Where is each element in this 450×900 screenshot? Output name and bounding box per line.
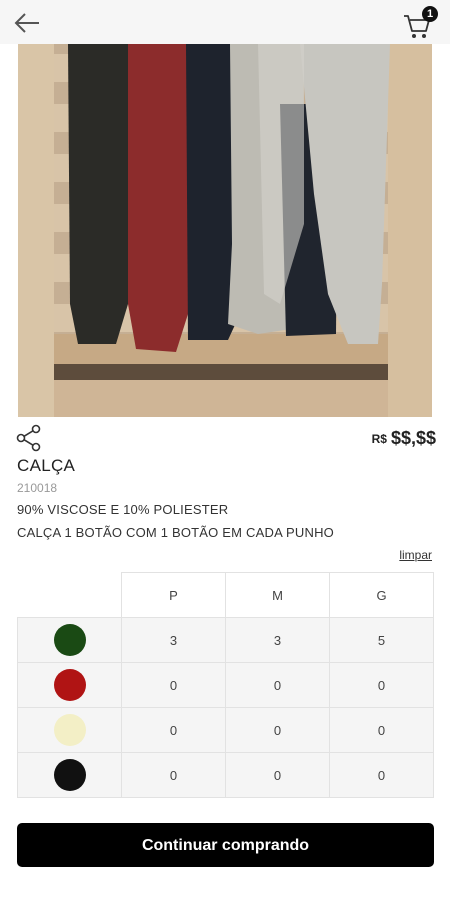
quantity-cell[interactable]: 0 [121,662,226,708]
swatch-cell [17,617,122,663]
color-swatch[interactable] [53,759,86,791]
product-description-line1: 90% VISCOSE E 10% POLIESTER [17,502,229,517]
product-price: R$ $$,$$ [372,428,436,449]
cart-count-badge: 1 [422,6,438,22]
arrow-left-icon [14,13,39,33]
quantity-cell[interactable]: 3 [121,617,226,663]
quantity-cell[interactable]: 0 [121,707,226,753]
quantity-cell[interactable]: 0 [329,662,434,708]
table-row: 0 0 0 [17,662,434,708]
quantity-cell[interactable]: 0 [225,752,330,798]
quantity-cell[interactable]: 5 [329,617,434,663]
product-description-line2: CALÇA 1 BOTÃO COM 1 BOTÃO EM CADA PUNHO [17,525,334,540]
grid-corner [17,572,122,618]
table-row: 3 3 5 [17,617,434,663]
size-header-g: G [329,572,434,618]
table-row: 0 0 0 [17,752,434,798]
quantity-cell[interactable]: 0 [329,707,434,753]
price-currency: R$ [371,432,387,446]
size-header-p: P [121,572,226,618]
product-name: CALÇA [17,456,76,475]
quantity-cell[interactable]: 3 [225,617,330,663]
continue-shopping-button[interactable]: Continuar comprando [17,823,434,867]
top-bar: 1 [0,0,450,44]
share-button[interactable] [16,424,42,452]
size-header-m: M [225,572,330,618]
size-color-grid: P M G 3 3 5 0 0 0 0 0 0 0 0 0 [17,572,434,798]
share-icon [16,424,41,452]
quantity-cell[interactable]: 0 [329,752,434,798]
swatch-cell [17,752,122,798]
color-swatch[interactable] [53,714,86,746]
quantity-cell[interactable]: 0 [225,662,330,708]
table-row: 0 0 0 [17,707,434,753]
color-swatch[interactable] [53,669,86,701]
clear-link[interactable]: limpar [399,548,432,562]
grid-header-row: P M G [17,572,434,618]
price-value: $$,$$ [390,428,436,448]
color-swatch[interactable] [53,624,86,656]
product-photo [18,44,432,417]
cart-button[interactable]: 1 [402,6,438,40]
quantity-cell[interactable]: 0 [225,707,330,753]
back-button[interactable] [12,10,42,36]
product-code: 210018 [17,481,58,495]
swatch-cell [17,707,122,753]
quantity-cell[interactable]: 0 [121,752,226,798]
swatch-cell [17,662,122,708]
